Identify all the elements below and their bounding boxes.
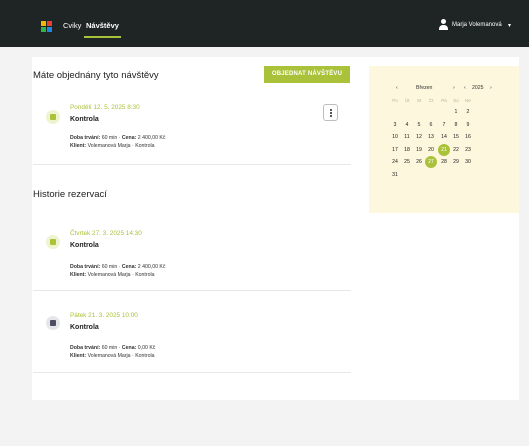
weekday-label: Út — [404, 98, 410, 103]
calendar-icon — [46, 235, 60, 249]
calendar-day[interactable]: 15 — [450, 131, 462, 143]
nav-item-navstevy[interactable]: Návštěvy — [86, 21, 119, 30]
calendar-day[interactable]: 26 — [413, 156, 425, 168]
calendar-widget: ‹ Březen › ‹ 2025 › Po Út St Čt Pá So Ne 1 2 3 4 5 6… — [369, 66, 519, 213]
visit-details: Doba trvání: 60 min · Cena: 2 400,00 Kč — [70, 264, 166, 270]
visit-date: Pátek 21. 3. 2025 10:00 — [70, 312, 138, 319]
weekday-label: St — [416, 98, 422, 103]
calendar-day[interactable]: 12 — [413, 131, 425, 143]
chevron-down-icon[interactable]: ▾ — [508, 22, 511, 29]
more-options-button[interactable] — [323, 104, 338, 121]
calendar-day[interactable]: 7 — [438, 119, 450, 131]
app-logo-icon[interactable] — [41, 21, 53, 33]
upcoming-visits-title: Máte objednány tyto návštěvy — [33, 70, 159, 81]
user-icon[interactable] — [439, 19, 448, 30]
weekday-label: Po — [392, 98, 398, 103]
next-year-icon[interactable]: › — [490, 85, 492, 91]
next-month-icon[interactable]: › — [453, 85, 455, 91]
calendar-day[interactable]: 27 — [425, 156, 437, 169]
visit-date: Pondělí 12. 5. 2025 8:30 — [70, 104, 140, 111]
visit-type: Kontrola — [135, 143, 155, 149]
client-value: Volemanová Marja — [87, 143, 131, 149]
calendar-day[interactable]: 25 — [401, 156, 413, 168]
calendar-day[interactable]: 29 — [450, 156, 462, 168]
client-label: Klient: — [70, 143, 87, 149]
reservation-history-title: Historie rezervací — [33, 189, 107, 200]
calendar-day[interactable]: 5 — [413, 119, 425, 131]
duration-label: Doba trvání: — [70, 135, 101, 141]
calendar-day[interactable]: 19 — [413, 144, 425, 156]
client-value: Volemanová Marja — [87, 272, 131, 278]
visit-client: Klient: Volemanová Marja · Kontrola — [70, 143, 155, 149]
weekday-label: So — [453, 98, 459, 103]
history-card[interactable]: Čtvrtek 27. 3. 2025 14:30 Kontrola Doba … — [33, 219, 351, 291]
price-label: Cena: — [121, 135, 137, 141]
calendar-day[interactable]: 23 — [462, 144, 474, 156]
calendar-day[interactable]: 16 — [462, 131, 474, 143]
nav-item-cviky[interactable]: Cviky — [63, 21, 81, 30]
calendar-month: Březen — [416, 85, 433, 91]
visit-name: Kontrola — [70, 324, 99, 331]
calendar-day[interactable]: 3 — [389, 119, 401, 131]
top-navigation-bar: Cviky Návštěvy Marja Volemanová ▾ — [0, 0, 529, 47]
calendar-icon — [46, 316, 60, 330]
calendar-day[interactable]: 24 — [389, 156, 401, 168]
calendar-day[interactable]: 9 — [462, 119, 474, 131]
visit-type: Kontrola — [135, 272, 155, 278]
user-name[interactable]: Marja Volemanová — [452, 22, 502, 28]
visit-client: Klient: Volemanová Marja · Kontrola — [70, 353, 155, 359]
calendar-day[interactable]: 1 — [450, 106, 462, 118]
calendar-icon — [46, 110, 60, 124]
visit-details: Doba trvání: 60 min · Cena: 2 400,00 Kč — [70, 135, 166, 141]
visit-date: Čtvrtek 27. 3. 2025 14:30 — [70, 230, 142, 237]
client-label: Klient: — [70, 353, 87, 359]
price-value: 0,00 Kč — [137, 345, 156, 351]
duration-value: 60 min — [101, 264, 118, 270]
calendar-day[interactable]: 17 — [389, 144, 401, 156]
calendar-day[interactable]: 20 — [425, 144, 437, 156]
active-tab-indicator — [84, 36, 121, 38]
calendar-day[interactable]: 11 — [401, 131, 413, 143]
calendar-day[interactable]: 2 — [462, 106, 474, 118]
client-label: Klient: — [70, 272, 87, 278]
calendar-day[interactable]: 28 — [438, 156, 450, 168]
calendar-year: 2025 — [472, 85, 484, 91]
calendar-day[interactable]: 14 — [438, 131, 450, 143]
weekday-label: Ne — [465, 98, 471, 103]
history-card[interactable]: Pátek 21. 3. 2025 10:00 Kontrola Doba tr… — [33, 298, 351, 373]
calendar-day[interactable]: 22 — [450, 144, 462, 156]
visit-details: Doba trvání: 60 min · Cena: 0,00 Kč — [70, 345, 156, 351]
visit-name: Kontrola — [70, 116, 99, 123]
price-value: 2 400,00 Kč — [137, 135, 166, 141]
duration-label: Doba trvání: — [70, 345, 101, 351]
calendar-day[interactable]: 10 — [389, 131, 401, 143]
visit-name: Kontrola — [70, 242, 99, 249]
visit-client: Klient: Volemanová Marja · Kontrola — [70, 272, 155, 278]
price-label: Cena: — [121, 264, 137, 270]
duration-value: 60 min — [101, 135, 118, 141]
calendar-day[interactable]: 18 — [401, 144, 413, 156]
calendar-day[interactable]: 6 — [425, 119, 437, 131]
client-value: Volemanová Marja — [87, 353, 131, 359]
calendar-day[interactable]: 13 — [425, 131, 437, 143]
calendar-day[interactable]: 30 — [462, 156, 474, 168]
calendar-day[interactable]: 4 — [401, 119, 413, 131]
calendar-day[interactable]: 21 — [438, 143, 450, 156]
price-label: Cena: — [121, 345, 137, 351]
duration-label: Doba trvání: — [70, 264, 101, 270]
upcoming-visit-card[interactable]: Pondělí 12. 5. 2025 8:30 Kontrola Doba t… — [33, 95, 351, 165]
duration-value: 60 min — [101, 345, 118, 351]
weekday-label: Čt — [428, 98, 434, 103]
prev-year-icon[interactable]: ‹ — [464, 85, 466, 91]
order-visit-button[interactable]: OBJEDNAT NÁVŠTĚVU — [264, 66, 350, 83]
calendar-day[interactable]: 31 — [389, 169, 401, 181]
price-value: 2 400,00 Kč — [137, 264, 166, 270]
weekday-label: Pá — [441, 98, 447, 103]
calendar-day[interactable]: 8 — [450, 119, 462, 131]
prev-month-icon[interactable]: ‹ — [396, 85, 398, 91]
visit-type: Kontrola — [135, 353, 155, 359]
